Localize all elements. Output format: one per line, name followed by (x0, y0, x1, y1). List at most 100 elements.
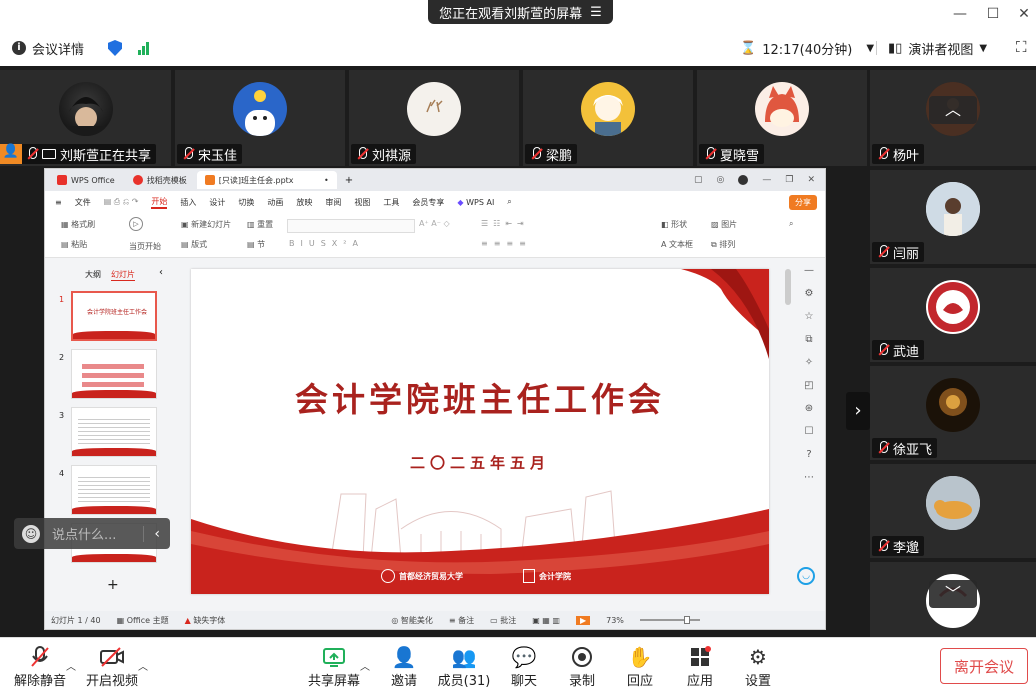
layout-button[interactable]: ▤ 版式 (181, 239, 207, 250)
format-painter-button[interactable]: ▦ 格式刷 (61, 219, 95, 230)
theme-label[interactable]: ▦ Office 主题 (117, 615, 169, 626)
close-tab-icon[interactable]: • (324, 176, 329, 185)
menu-design[interactable]: 设计 (209, 197, 225, 208)
next-page-arrow[interactable]: › (846, 392, 870, 430)
chevron-up-icon[interactable]: ︿ (360, 658, 370, 673)
fullscreen-icon[interactable]: ⛶ (1016, 38, 1027, 56)
quick-access-icons[interactable]: ▤ ⎙ ⎌ ↷ (104, 197, 139, 207)
tab-outline[interactable]: 大纲 (85, 269, 101, 280)
tab-slides[interactable]: 幻灯片 (111, 269, 135, 281)
more-icon[interactable]: ⋯ (804, 472, 814, 483)
minus-icon[interactable]: — (804, 265, 814, 276)
play-icon[interactable]: ▷ (129, 217, 143, 231)
menu-tools[interactable]: 工具 (383, 197, 399, 208)
copy-icon[interactable]: ⧉ (805, 334, 812, 345)
menu-file[interactable]: 文件 (75, 197, 91, 208)
slide-thumbnail[interactable] (71, 407, 157, 457)
collapse-chat-icon[interactable]: ‹ (143, 525, 170, 542)
shape-tool-icon[interactable]: ◰ (804, 380, 813, 391)
minimize-button[interactable]: — (950, 4, 970, 24)
slide-scrollbar[interactable] (785, 269, 791, 305)
collapse-panel-icon[interactable]: ‹ (159, 267, 163, 278)
hamburger-icon[interactable]: ≡ (55, 198, 62, 207)
reset-button[interactable]: ▥ 重置 (247, 219, 273, 230)
smart-beautify-button[interactable]: ◎ 智能美化 (391, 615, 433, 626)
participant-tile[interactable]: 👤 刘斯萱正在共享 (0, 70, 171, 166)
window-icon[interactable]: ▢ (694, 175, 703, 185)
new-tab-icon[interactable]: + (345, 175, 353, 186)
emoji-icon[interactable]: ☺ (22, 524, 40, 543)
paragraph-tools[interactable]: ☰☷⇤⇥ (481, 219, 529, 228)
zoom-slider[interactable] (639, 616, 700, 624)
close-icon[interactable]: ✕ (807, 175, 815, 185)
zoom-level[interactable]: 73% (606, 616, 624, 625)
close-button[interactable]: ✕ (1014, 4, 1034, 24)
menu-review[interactable]: 审阅 (325, 197, 341, 208)
sharing-banner[interactable]: 您正在观看刘斯萱的屏幕 ☰ (428, 0, 613, 24)
textbox-button[interactable]: A 文本框 (661, 239, 693, 250)
comment-button[interactable]: ▭ 批注 (490, 615, 516, 626)
participant-tile[interactable]: 武迪 (870, 268, 1036, 362)
react-button[interactable]: ✋ 回应 (610, 644, 670, 689)
new-slide-button[interactable]: ▣ 新建幻灯片 (181, 219, 231, 230)
maximize-button[interactable]: ☐ (983, 4, 1003, 24)
tab-wps-office[interactable]: WPS Office (49, 171, 123, 189)
font-size-controls[interactable]: A⁺ A⁻ ◇ (419, 219, 450, 228)
unmute-button[interactable]: 解除静音 (10, 644, 70, 689)
participant-tile[interactable]: ﹀ (870, 562, 1036, 637)
members-button[interactable]: 👥 成员(31) (434, 644, 494, 689)
share-doc-button[interactable]: 分享 (789, 194, 817, 210)
view-buttons[interactable]: ▣ ▦ ▥ (532, 616, 560, 625)
menu-member[interactable]: 会员专享 (412, 197, 444, 208)
participant-tile[interactable]: 李邈 (870, 464, 1036, 558)
align-tools[interactable]: ≡≡≡≡ (481, 239, 532, 248)
invite-button[interactable]: 👤 邀请 (374, 644, 434, 689)
participant-tile[interactable]: 徐亚飞 (870, 366, 1036, 460)
participant-tile[interactable]: 夏晓雪 (697, 70, 867, 166)
property-icon[interactable]: ⚙ (805, 288, 814, 299)
record-button[interactable]: 录制 (552, 644, 612, 689)
paste-button[interactable]: ▤ 粘贴 (61, 239, 87, 250)
scroll-down-button[interactable]: ﹀ (929, 580, 977, 608)
arrange-button[interactable]: ⧉ 排列 (711, 239, 735, 250)
magic-icon[interactable]: ✧ (805, 357, 813, 368)
menu-icon[interactable]: ☰ (590, 5, 602, 20)
participant-tile[interactable]: 闫丽 (870, 170, 1036, 264)
animation-icon[interactable]: ⊛ (805, 403, 813, 414)
scroll-up-button[interactable]: ︿ (929, 96, 977, 124)
settings-button[interactable]: ⚙ 设置 (728, 644, 788, 689)
missing-font-button[interactable]: ▲ 缺失字体 (185, 615, 226, 626)
add-slide-icon[interactable]: + (107, 577, 119, 593)
chevron-up-icon[interactable]: ︿ (66, 658, 76, 673)
font-name-select[interactable] (287, 219, 415, 233)
menu-view[interactable]: 视图 (354, 197, 370, 208)
shape-button[interactable]: ◧ 形状 (661, 219, 687, 230)
font-style-buttons[interactable]: BIUSX²A (289, 239, 364, 248)
participant-tile[interactable]: ︿ 杨叶 (870, 70, 1036, 166)
menu-home[interactable]: 开始 (151, 196, 168, 209)
view-mode-button[interactable]: ▮▯ 演讲者视图 ▼ (888, 39, 987, 58)
current-slide[interactable]: 会计学院班主任工作会 二〇二五年五月 首都经济贸易大学 会计学院 (191, 269, 769, 594)
participant-tile[interactable]: 刘祺源 (349, 70, 519, 166)
menu-wps-ai[interactable]: ◆ WPS AI (457, 198, 494, 207)
find-icon[interactable]: ⌕ (789, 219, 793, 229)
participant-tile[interactable]: 梁鹏 (523, 70, 693, 166)
slide-thumbnail[interactable] (71, 465, 157, 515)
minimize-icon[interactable]: — (762, 175, 771, 185)
chevron-up-icon[interactable]: ︿ (138, 658, 148, 673)
apps-button[interactable]: 应用 (670, 644, 730, 689)
assistant-chat-icon[interactable]: ◡ (797, 567, 815, 585)
notes-button[interactable]: ≡ 备注 (449, 615, 474, 626)
start-video-button[interactable]: 开启视频 (82, 644, 142, 689)
user-avatar-icon[interactable] (738, 175, 749, 185)
chat-button[interactable]: 💬 聊天 (494, 644, 554, 689)
skin-icon[interactable]: ◎ (717, 175, 725, 185)
section-button[interactable]: ▤ 节 (247, 239, 265, 250)
leave-meeting-button[interactable]: 离开会议 (940, 648, 1028, 684)
book-icon[interactable]: ☐ (805, 426, 814, 437)
play-from-current-button[interactable]: 当页开始 (129, 241, 161, 252)
star-icon[interactable]: ☆ (805, 311, 814, 322)
tab-document[interactable]: [只读]班主任会.pptx • (196, 171, 337, 189)
participant-tile[interactable]: 宋玉佳 (175, 70, 345, 166)
restore-icon[interactable]: ❐ (785, 175, 793, 185)
